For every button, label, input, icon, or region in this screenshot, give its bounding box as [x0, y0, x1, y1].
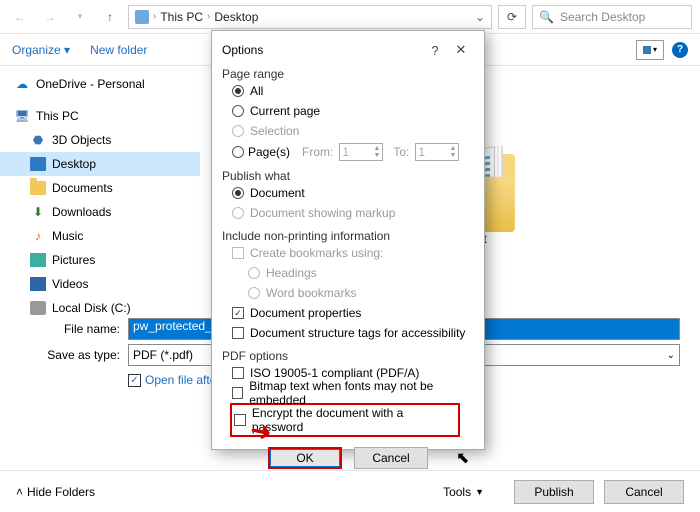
radio-icon: [232, 207, 244, 219]
from-spinner[interactable]: 1▲▼: [339, 143, 383, 161]
checkbox-icon: [232, 387, 243, 399]
radio-wordbm: Word bookmarks: [222, 283, 474, 303]
tree-downloads[interactable]: ⬇Downloads: [0, 200, 200, 224]
tree-localdisk[interactable]: Local Disk (C:): [0, 296, 200, 320]
publish-button[interactable]: Publish: [514, 480, 594, 504]
open-after-publish-checkbox[interactable]: ✓: [128, 374, 141, 387]
recent-dropdown[interactable]: ▾: [68, 5, 92, 29]
chevron-down-icon: ▼: [475, 487, 484, 497]
desktop-icon: [30, 157, 46, 171]
tree-videos[interactable]: Videos: [0, 272, 200, 296]
tree-music[interactable]: ♪Music: [0, 224, 200, 248]
radio-currentpage[interactable]: Current page: [222, 101, 474, 121]
view-selector[interactable]: ▾: [636, 40, 664, 60]
checkbox-icon: [232, 327, 244, 339]
dialog-help-icon[interactable]: ?: [422, 43, 448, 58]
search-icon: 🔍: [539, 10, 554, 24]
radio-pages[interactable]: [232, 146, 244, 158]
drive-icon: [30, 301, 46, 315]
checkbox-icon: [232, 367, 244, 379]
search-placeholder: Search Desktop: [560, 10, 645, 24]
chevron-right-icon: ›: [153, 11, 156, 22]
options-dialog: Options ? ✕ Page range All Current page …: [211, 30, 485, 450]
cancel-button[interactable]: Cancel: [604, 480, 684, 504]
chevron-right-icon: ›: [207, 11, 210, 22]
tools-menu[interactable]: Tools▼: [443, 485, 484, 499]
tree-pictures[interactable]: Pictures: [0, 248, 200, 272]
filename-label: File name:: [40, 322, 120, 336]
tree-thispc[interactable]: 🖥This PC: [0, 104, 200, 128]
chk-createbm: Create bookmarks using:: [222, 243, 474, 263]
radio-icon: [232, 187, 244, 199]
ok-button[interactable]: OK: [268, 447, 342, 469]
chk-docstruct[interactable]: Document structure tags for accessibilit…: [222, 323, 474, 343]
checkbox-icon: [232, 307, 244, 319]
chevron-up-icon: ˄: [16, 485, 23, 499]
address-dropdown-icon[interactable]: ⌄: [475, 10, 485, 24]
chk-bitmap[interactable]: Bitmap text when fonts may not be embedd…: [222, 383, 474, 403]
tree-desktop[interactable]: Desktop: [0, 152, 200, 176]
search-input[interactable]: 🔍 Search Desktop: [532, 5, 692, 29]
to-spinner[interactable]: 1▲▼: [415, 143, 459, 161]
pc-icon: 🖥: [14, 109, 30, 123]
new-folder-button[interactable]: New folder: [90, 43, 147, 57]
location-icon: [135, 10, 149, 24]
from-label: From:: [302, 145, 333, 159]
radio-icon: [248, 287, 260, 299]
dialog-cancel-button[interactable]: Cancel: [354, 447, 428, 469]
tree-onedrive[interactable]: ☁OneDrive - Personal: [0, 72, 200, 96]
chk-docprops[interactable]: Document properties: [222, 303, 474, 323]
chk-encrypt[interactable]: [234, 414, 246, 426]
nav-tree: ☁OneDrive - Personal 🖥This PC ⬣3D Object…: [0, 66, 200, 316]
radio-icon: [248, 267, 260, 279]
chevron-down-icon: ⌄: [667, 350, 675, 361]
pages-label: Page(s): [248, 145, 290, 159]
hide-folders-toggle[interactable]: ˄Hide Folders: [16, 485, 95, 499]
dialog-title: Options: [222, 43, 422, 57]
radio-headings: Headings: [222, 263, 474, 283]
downloads-icon: ⬇: [30, 205, 46, 219]
saveastype-label: Save as type:: [40, 348, 120, 362]
back-button[interactable]: ←: [8, 5, 32, 29]
group-pagerange: Page range: [222, 67, 474, 81]
organize-menu[interactable]: Organize ▾: [12, 43, 70, 57]
radio-selection: Selection: [222, 121, 474, 141]
group-pdfopts: PDF options: [222, 349, 474, 363]
videos-icon: [30, 277, 46, 291]
group-publishwhat: Publish what: [222, 169, 474, 183]
up-button[interactable]: ↑: [98, 5, 122, 29]
help-icon[interactable]: ?: [672, 42, 688, 58]
tree-documents[interactable]: Documents: [0, 176, 200, 200]
group-includenp: Include non-printing information: [222, 229, 474, 243]
encrypt-label: Encrypt the document with a password: [252, 406, 456, 434]
folder-icon: [30, 181, 46, 195]
breadcrumb-thispc[interactable]: This PC: [160, 10, 203, 24]
address-bar[interactable]: › This PC › Desktop ⌄: [128, 5, 492, 29]
breadcrumb-desktop[interactable]: Desktop: [214, 10, 258, 24]
radio-icon: [232, 105, 244, 117]
radio-document[interactable]: Document: [222, 183, 474, 203]
tree-3dobjects[interactable]: ⬣3D Objects: [0, 128, 200, 152]
to-label: To:: [393, 145, 409, 159]
refresh-button[interactable]: ⟳: [498, 5, 526, 29]
cloud-icon: ☁: [14, 77, 30, 91]
checkbox-icon: [232, 247, 244, 259]
dialog-close-icon[interactable]: ✕: [448, 42, 474, 58]
pictures-icon: [30, 253, 46, 267]
music-icon: ♪: [30, 229, 46, 243]
radio-all[interactable]: All: [222, 81, 474, 101]
radio-icon: [232, 125, 244, 137]
objects3d-icon: ⬣: [30, 133, 46, 147]
highlight-encrypt: Encrypt the document with a password: [230, 403, 460, 437]
radio-docmarkup: Document showing markup: [222, 203, 474, 223]
radio-icon: [232, 85, 244, 97]
forward-button[interactable]: →: [38, 5, 62, 29]
